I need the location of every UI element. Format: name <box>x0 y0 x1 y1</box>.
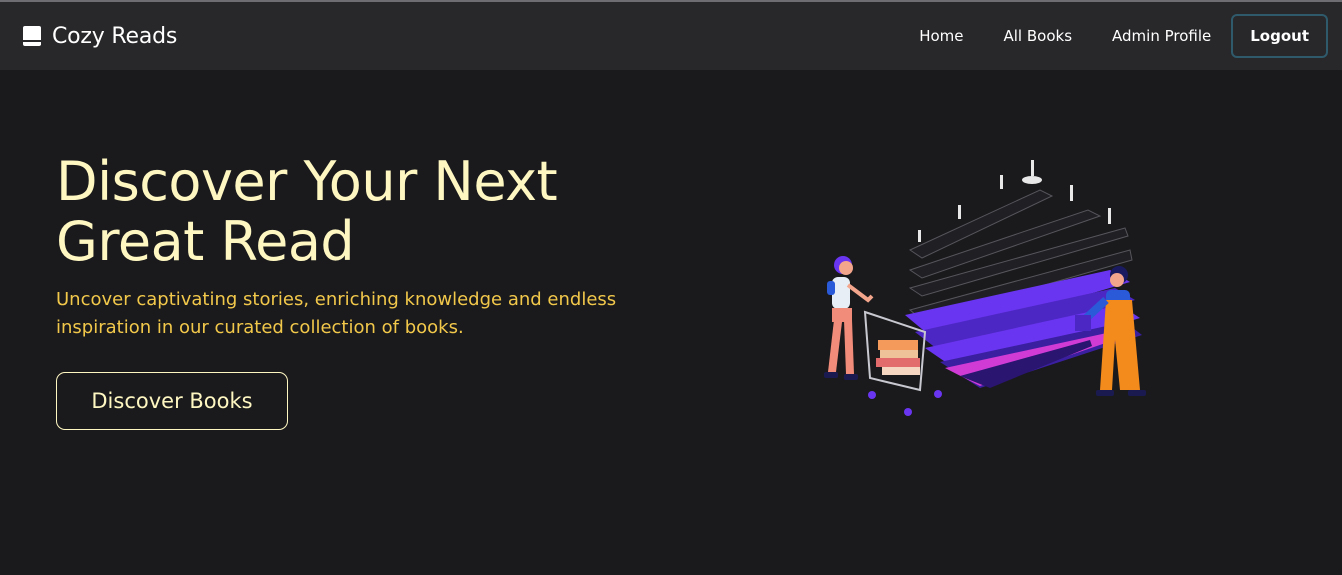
nav-home-link[interactable]: Home <box>899 14 983 58</box>
brand-name: Cozy Reads <box>52 23 178 49</box>
bookstore-illustration <box>824 160 1146 416</box>
nav-links: Home All Books Admin Profile Logout <box>899 14 1328 58</box>
book-icon <box>23 26 41 46</box>
nav-admin-profile-link[interactable]: Admin Profile <box>1092 14 1231 58</box>
brand-link[interactable]: Cozy Reads <box>22 2 177 70</box>
logout-button[interactable]: Logout <box>1231 14 1328 58</box>
hero-subtitle: Uncover captivating stories, enriching k… <box>56 289 617 338</box>
hero-title: Discover Your Next Great Read <box>56 150 558 273</box>
lamp-icons <box>918 160 1111 242</box>
nav-all-books-link[interactable]: All Books <box>984 14 1093 58</box>
navbar: Cozy Reads Home All Books Admin Profile … <box>0 2 1342 70</box>
discover-books-button[interactable]: Discover Books <box>56 372 288 430</box>
